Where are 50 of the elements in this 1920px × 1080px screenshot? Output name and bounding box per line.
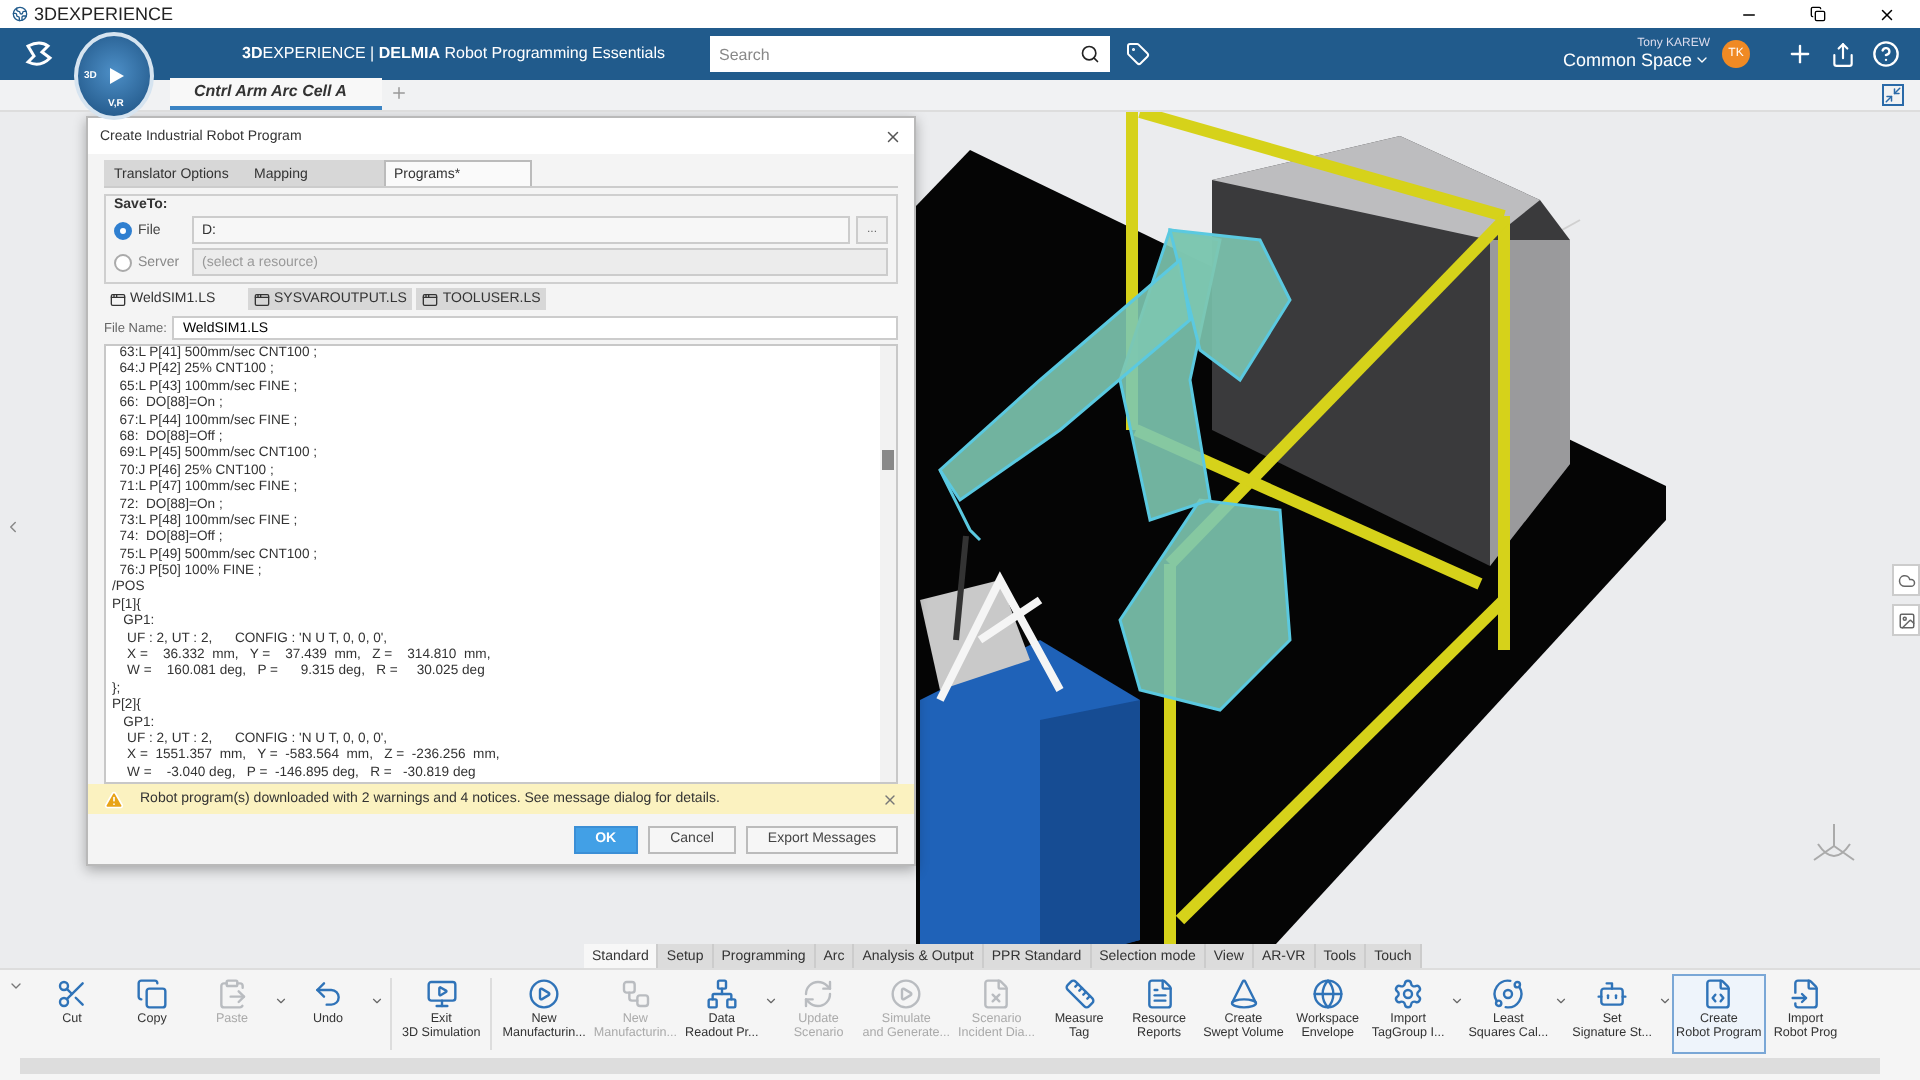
workflow-icon <box>619 978 652 1010</box>
collapse-ribbon-icon[interactable] <box>8 978 24 994</box>
undo-icon <box>312 978 344 1010</box>
share-icon[interactable] <box>1830 41 1856 67</box>
add-icon[interactable] <box>1786 40 1814 68</box>
globe-icon <box>1311 978 1344 1010</box>
clipboard-icon <box>216 978 248 1010</box>
radio-button[interactable] <box>114 221 132 239</box>
app-brand: 3DEXPERIENCE | DELMIA Robot Programming Essentials <box>242 42 665 66</box>
cone-icon <box>1227 978 1260 1010</box>
document-icon <box>1143 978 1176 1010</box>
logo-icon[interactable] <box>24 40 56 68</box>
play-circle-icon <box>890 978 923 1010</box>
caret-icon <box>1694 52 1710 68</box>
restore-icon[interactable] <box>1810 5 1826 21</box>
scrollbar[interactable] <box>880 346 896 782</box>
space-dropdown[interactable]: Common Space <box>1562 50 1710 70</box>
cloud-icon[interactable] <box>1892 564 1920 596</box>
tag-icon[interactable] <box>1125 42 1149 66</box>
help-icon[interactable] <box>1872 40 1900 68</box>
document-tab[interactable]: Cntrl Arm Arc Cell A <box>170 78 383 110</box>
collapse-icon[interactable] <box>1882 84 1904 106</box>
image-icon[interactable] <box>1892 604 1920 636</box>
gear-icon <box>1392 978 1425 1010</box>
search-field[interactable]: Search <box>709 36 1109 72</box>
play-circle-icon <box>528 978 561 1010</box>
network-icon <box>705 978 738 1010</box>
file-x-icon <box>980 978 1013 1010</box>
expand-panel-icon[interactable] <box>4 518 22 536</box>
window-icon <box>422 291 439 307</box>
scrollbar[interactable] <box>20 1058 1880 1074</box>
scissors-icon <box>56 978 88 1010</box>
ruler-icon <box>1063 978 1096 1010</box>
orbit-icon <box>1492 978 1525 1010</box>
copy-icon <box>136 978 168 1010</box>
close-icon[interactable] <box>884 127 902 145</box>
window-icon <box>254 291 270 307</box>
window-title: 3DEXPERIENCE <box>34 4 176 24</box>
file-import-icon <box>1789 978 1822 1010</box>
window-icon <box>110 291 126 307</box>
code-text-area[interactable] <box>104 344 898 784</box>
monitor-play-icon <box>425 978 458 1010</box>
refresh-icon <box>802 978 835 1010</box>
robot-icon <box>1596 978 1629 1010</box>
code-file-icon <box>1702 978 1735 1010</box>
search-icon[interactable] <box>1079 44 1099 64</box>
app-logo-icon <box>12 6 28 22</box>
play-icon <box>106 66 126 86</box>
close-icon[interactable] <box>1878 5 1896 23</box>
warning-icon <box>104 789 124 809</box>
